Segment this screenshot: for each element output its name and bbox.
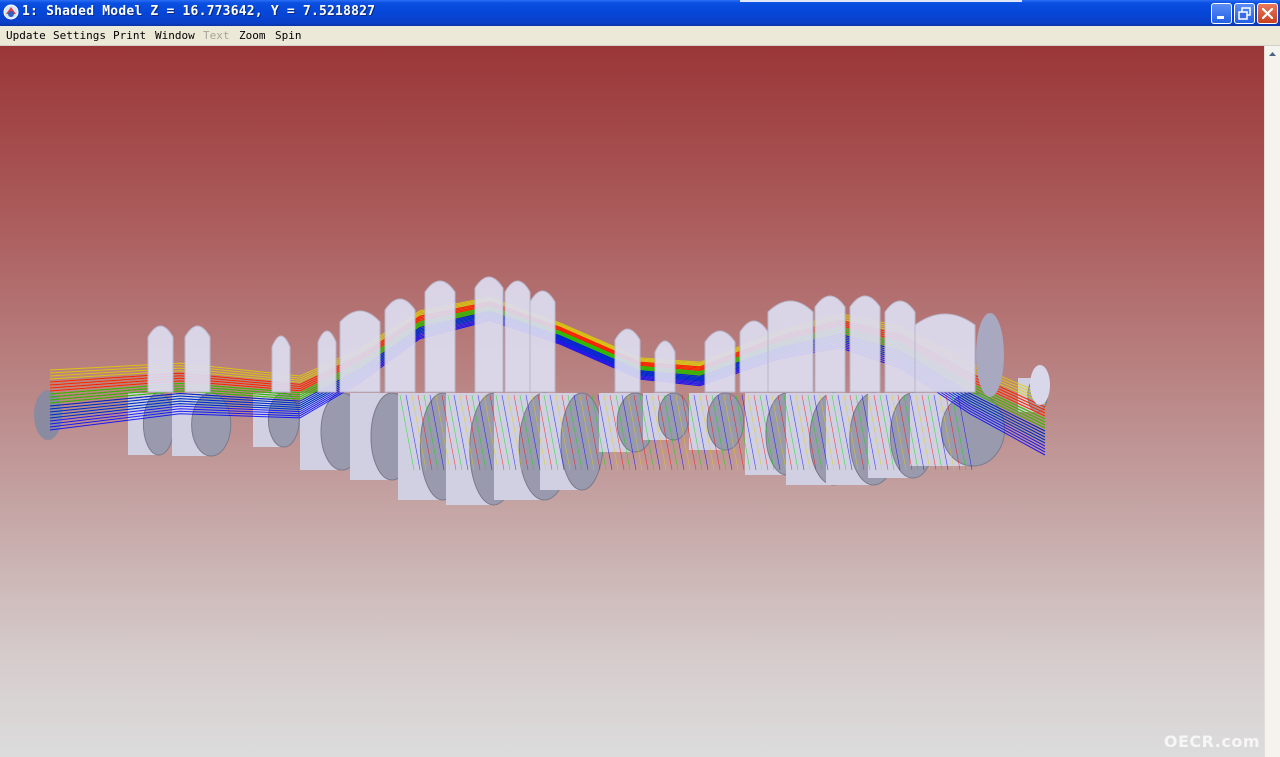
watermark: OECR.com — [1163, 732, 1260, 751]
title-bar-highlight — [740, 0, 1022, 2]
scroll-up-icon — [1269, 52, 1276, 56]
rear-cap — [976, 313, 1004, 397]
menu-zoom[interactable]: Zoom — [239, 29, 266, 42]
close-icon — [1261, 7, 1274, 20]
lens-element — [339, 310, 381, 393]
lens-element — [317, 330, 337, 393]
lens-element — [184, 325, 211, 393]
lens-element — [614, 328, 641, 393]
menu-spin[interactable]: Spin — [275, 29, 302, 42]
minimize-button[interactable] — [1211, 3, 1232, 24]
menu-window[interactable]: Window — [155, 29, 195, 42]
lens-element — [384, 298, 416, 393]
lens-element — [147, 325, 174, 393]
restore-icon — [1238, 7, 1251, 20]
lens-element — [884, 300, 916, 393]
lens-element — [474, 276, 504, 393]
lens-element — [271, 335, 291, 393]
scroll-up-button[interactable] — [1265, 46, 1280, 63]
lens-element — [767, 300, 814, 393]
title-bar[interactable]: 1: Shaded Model Z = 16.773642, Y = 7.521… — [0, 0, 1280, 26]
lens-element — [504, 280, 531, 393]
barrel-end — [560, 392, 604, 491]
lens-element — [914, 313, 976, 393]
lens-model-render — [34, 276, 1050, 506]
front-element — [34, 390, 62, 440]
close-button[interactable] — [1257, 3, 1278, 24]
app-icon[interactable] — [3, 4, 19, 20]
menu-bar: Update Settings Print Window Text Zoom S… — [0, 26, 1280, 46]
lens-element — [529, 290, 556, 393]
menu-update[interactable]: Update — [6, 29, 46, 42]
window-title: 1: Shaded Model Z = 16.773642, Y = 7.521… — [22, 4, 376, 19]
exit-element — [1030, 365, 1050, 405]
restore-button[interactable] — [1234, 3, 1255, 24]
lens-element — [739, 320, 769, 393]
menu-text: Text — [203, 29, 230, 42]
vertical-scrollbar[interactable] — [1264, 46, 1280, 757]
shaded-model-viewport[interactable]: OECR.com — [0, 46, 1264, 757]
menu-print[interactable]: Print — [113, 29, 146, 42]
minimize-icon — [1217, 16, 1224, 19]
lens-element — [814, 295, 846, 393]
lens-element — [704, 330, 736, 393]
lens-element — [849, 295, 881, 393]
lens-element — [654, 340, 676, 393]
lens-element — [424, 280, 456, 393]
menu-settings[interactable]: Settings — [53, 29, 106, 42]
